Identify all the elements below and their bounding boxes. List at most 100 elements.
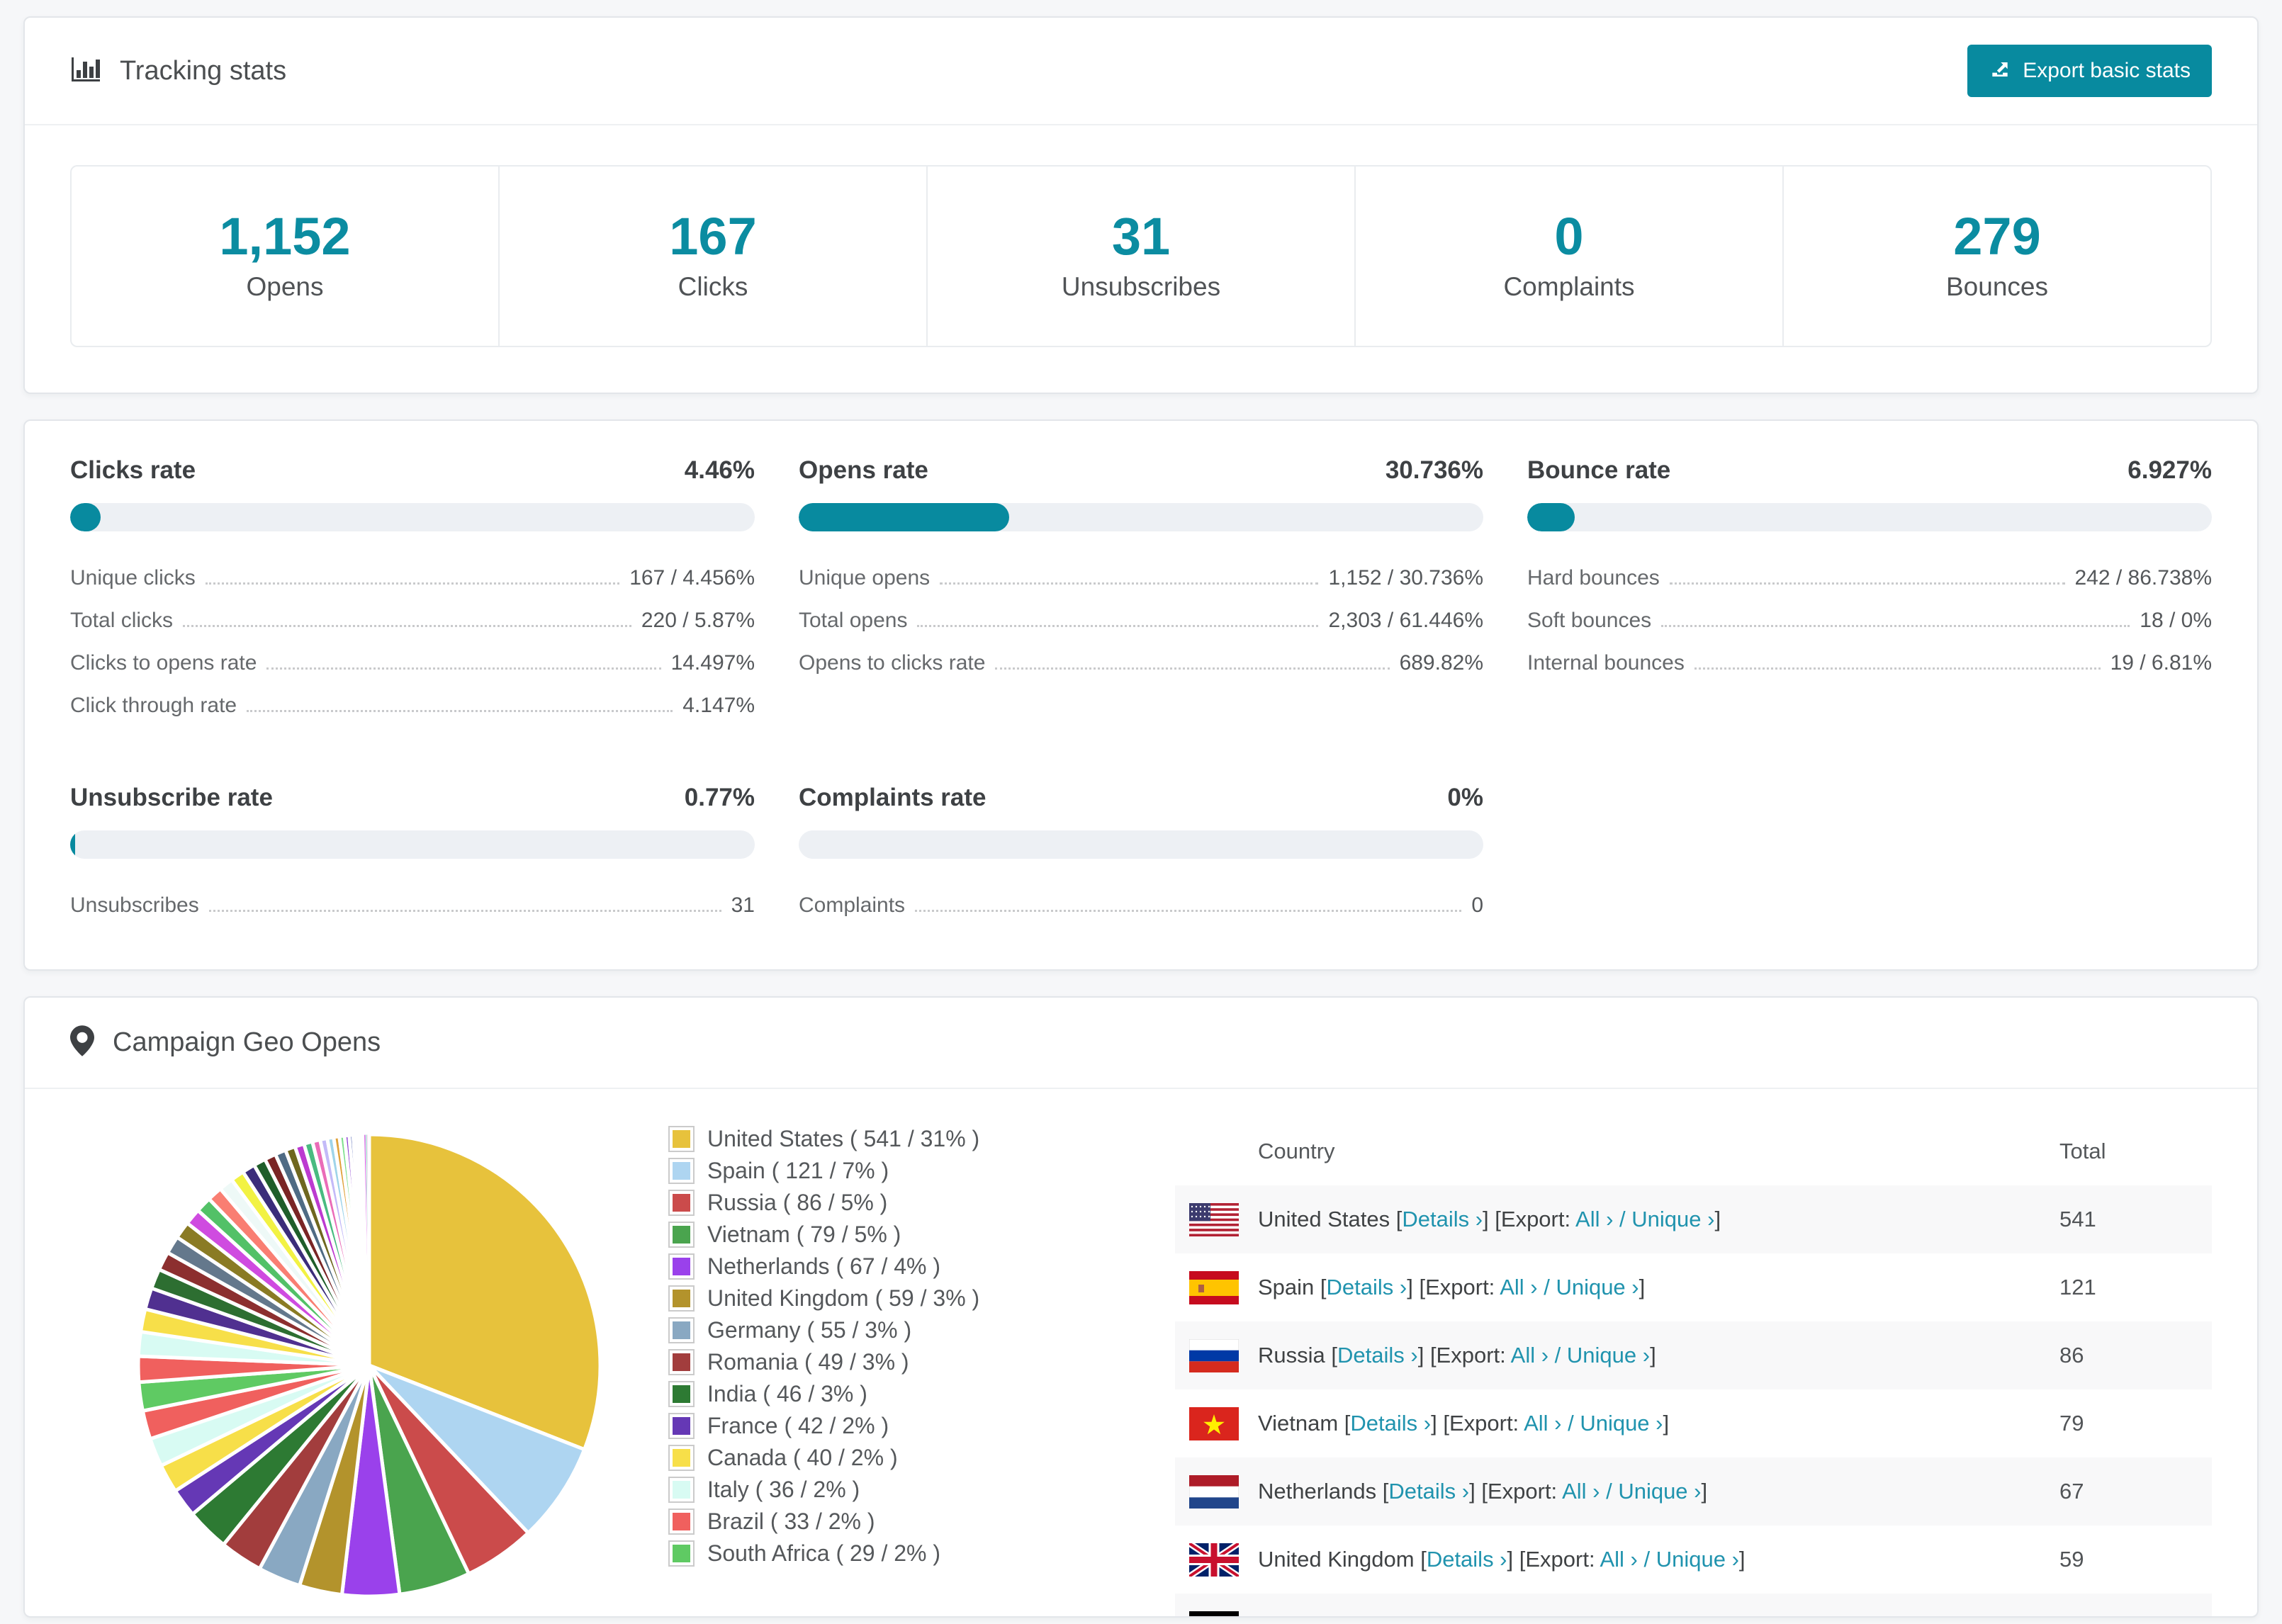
rate-row-value: 220 / 5.87% — [641, 609, 755, 633]
details-link[interactable]: Details › — [1427, 1547, 1507, 1572]
export-all-link[interactable]: All › — [1524, 1411, 1561, 1436]
country-name: Vietnam — [1258, 1411, 1344, 1436]
table-row: United Kingdom [Details ›] [Export: All … — [1175, 1526, 2212, 1594]
export-all-link[interactable]: All › — [1600, 1547, 1637, 1572]
legend-item[interactable]: Spain ( 121 / 7% ) — [668, 1158, 1055, 1185]
details-link[interactable]: Details › — [1402, 1207, 1483, 1231]
legend-item[interactable]: Romania ( 49 / 3% ) — [668, 1349, 1055, 1376]
rate-rows: Unique opens 1,152 / 30.736% Total opens 2,… — [799, 557, 1483, 684]
rate-value: 0.77% — [684, 784, 755, 812]
rate-row-label: Unique clicks — [70, 566, 196, 590]
export-unique-link[interactable]: Unique › — [1631, 1207, 1714, 1231]
stat-value: 31 — [1111, 207, 1171, 266]
bracket: ] — [1431, 1411, 1444, 1436]
legend-item[interactable]: Italy ( 36 / 2% ) — [668, 1477, 1055, 1504]
dotted-leader — [266, 667, 661, 670]
details-link[interactable]: Details › — [1337, 1343, 1418, 1368]
export-unique-link[interactable]: Unique › — [1656, 1547, 1739, 1572]
country-flag-icon — [1189, 1202, 1239, 1236]
country-flag-icon — [1189, 1611, 1239, 1617]
rate-row-label: Complaints — [799, 893, 906, 918]
table-row: Russia [Details ›] [Export: All › / Uniq… — [1175, 1321, 2212, 1390]
stat-box: 279 Bounces — [1784, 167, 2210, 346]
legend-item[interactable]: United Kingdom ( 59 / 3% ) — [668, 1285, 1055, 1312]
rate-value: 30.736% — [1385, 456, 1483, 485]
details-link[interactable]: Details › — [1327, 1275, 1407, 1299]
rate-row-value: 689.82% — [1399, 651, 1483, 675]
legend-item[interactable]: United States ( 541 / 31% ) — [668, 1126, 1055, 1153]
rates-grid: Clicks rate 4.46% Unique clicks 167 / 4.456… — [25, 421, 2257, 969]
export-label: [Export: — [1519, 1547, 1600, 1572]
legend-label: Netherlands ( 67 / 4% ) — [707, 1253, 941, 1280]
rate-rows: Unsubscribes 31 — [70, 884, 755, 927]
legend-swatch — [668, 1126, 695, 1153]
tracking-stats-header: Tracking stats Export basic stats — [25, 18, 2257, 125]
export-all-link[interactable]: All › — [1562, 1479, 1600, 1504]
slash-separator: / — [1561, 1411, 1580, 1436]
bracket: ] — [1701, 1479, 1708, 1504]
rate-section: Clicks rate 4.46% Unique clicks 167 / 4.456… — [70, 456, 755, 727]
legend-label: Italy ( 36 / 2% ) — [707, 1477, 860, 1503]
legend-label: Brazil ( 33 / 2% ) — [707, 1509, 875, 1535]
rate-row: Click through rate 4.147% — [70, 684, 755, 727]
rate-row: Soft bounces 18 / 0% — [1527, 599, 2212, 642]
bracket: [ — [1420, 1547, 1427, 1572]
progress-bar-fill — [1527, 503, 1575, 532]
export-all-link[interactable]: All › — [1534, 1615, 1571, 1616]
legend-item[interactable]: France ( 42 / 2% ) — [668, 1413, 1055, 1440]
stat-label: Unsubscribes — [1061, 272, 1221, 302]
rate-header: Complaints rate 0% — [799, 784, 1483, 812]
export-basic-stats-button[interactable]: Export basic stats — [1967, 45, 2212, 97]
dotted-leader — [1661, 625, 2130, 628]
total-cell: 121 — [2059, 1275, 2096, 1300]
progress-bar-fill — [70, 830, 76, 859]
rate-value: 4.46% — [684, 456, 755, 485]
legend-swatch — [668, 1509, 695, 1535]
legend-swatch — [668, 1253, 695, 1280]
legend-swatch — [668, 1413, 695, 1440]
export-unique-link[interactable]: Unique › — [1556, 1275, 1639, 1299]
legend-item[interactable]: South Africa ( 29 / 2% ) — [668, 1540, 1055, 1567]
export-all-link[interactable]: All › — [1575, 1207, 1613, 1231]
export-all-link[interactable]: All › — [1511, 1343, 1548, 1368]
rate-row-label: Unique opens — [799, 566, 931, 590]
export-label: [Export: — [1454, 1615, 1534, 1616]
geo-header: Campaign Geo Opens — [25, 998, 2257, 1090]
legend-swatch — [668, 1317, 695, 1344]
country-cell: United States [Details ›] [Export: All ›… — [1258, 1207, 2059, 1232]
rate-title: Clicks rate — [70, 456, 196, 485]
legend-item[interactable]: India ( 46 / 3% ) — [668, 1381, 1055, 1408]
rate-row: Complaints 0 — [799, 884, 1483, 927]
legend-swatch — [668, 1190, 695, 1217]
dotted-leader — [915, 910, 1462, 913]
pie-legend: United States ( 541 / 31% ) Spain ( 121 /… — [668, 1117, 1055, 1616]
details-link[interactable]: Details › — [1361, 1615, 1441, 1616]
stat-box: 31 Unsubscribes — [928, 167, 1356, 346]
progress-bar — [70, 830, 755, 859]
details-link[interactable]: Details › — [1388, 1479, 1469, 1504]
rate-row-value: 2,303 / 61.446% — [1328, 609, 1483, 633]
dotted-leader — [940, 582, 1319, 585]
rate-row-label: Opens to clicks rate — [799, 651, 986, 675]
export-unique-link[interactable]: Unique › — [1567, 1343, 1650, 1368]
legend-label: France ( 42 / 2% ) — [707, 1413, 889, 1439]
export-all-link[interactable]: All › — [1500, 1275, 1537, 1299]
legend-item[interactable]: Germany ( 55 / 3% ) — [668, 1317, 1055, 1344]
export-unique-link[interactable]: Unique › — [1580, 1411, 1663, 1436]
export-unique-link[interactable]: Unique › — [1618, 1479, 1701, 1504]
legend-item[interactable]: Canada ( 40 / 2% ) — [668, 1445, 1055, 1472]
rate-row-value: 242 / 86.738% — [2074, 566, 2213, 590]
bracket: [ — [1320, 1275, 1327, 1300]
legend-item[interactable]: Brazil ( 33 / 2% ) — [668, 1509, 1055, 1535]
rate-section: Complaints rate 0% Complaints 0 — [799, 784, 1483, 927]
export-label: [Export: — [1429, 1343, 1511, 1368]
bracket: ] — [1469, 1479, 1482, 1504]
legend-item[interactable]: Russia ( 86 / 5% ) — [668, 1190, 1055, 1217]
dotted-leader — [1694, 667, 2101, 670]
details-link[interactable]: Details › — [1350, 1411, 1431, 1436]
legend-item[interactable]: Vietnam ( 79 / 5% ) — [668, 1222, 1055, 1248]
country-name: Germany — [1258, 1615, 1354, 1616]
legend-label: Romania ( 49 / 3% ) — [707, 1349, 909, 1375]
legend-item[interactable]: Netherlands ( 67 / 4% ) — [668, 1253, 1055, 1280]
export-unique-link[interactable]: Unique › — [1590, 1615, 1673, 1616]
